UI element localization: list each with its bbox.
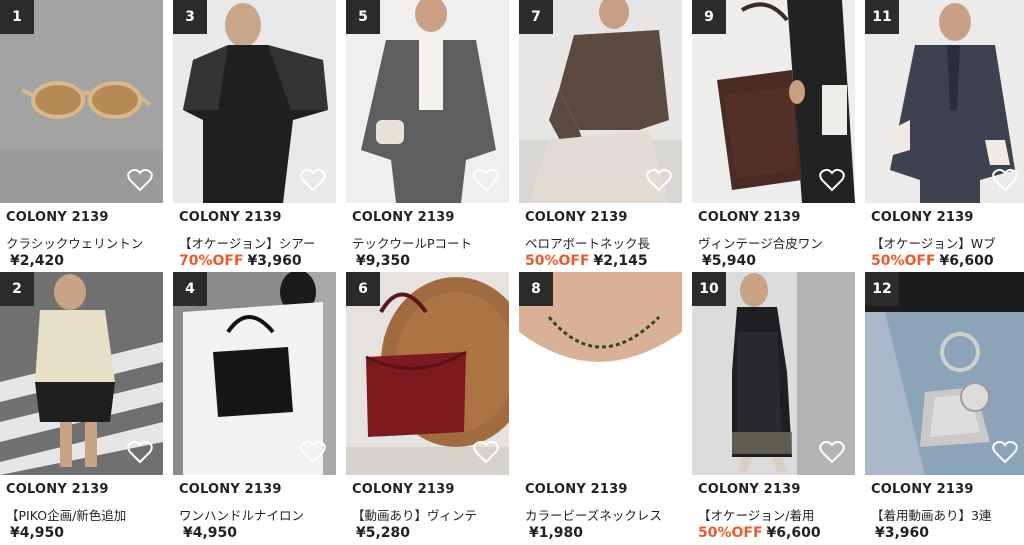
product-brand: COLONY 2139 [871,210,974,225]
price-row: ¥5,280 [352,525,410,541]
rank-badge: 11 [865,0,899,34]
product-name[interactable]: 【着用動画あり】3連 [871,505,1024,524]
product-brand: COLONY 2139 [525,210,628,225]
product-name[interactable]: カラービーズネックレス [525,505,680,524]
product-name[interactable]: ワンハンドルナイロン [179,505,334,524]
product-name[interactable]: 【オケージョン/着用 [698,505,853,524]
product-price: ¥5,280 [356,525,411,541]
product-brand: COLONY 2139 [698,482,801,497]
heart-outline-icon[interactable] [646,168,672,192]
discount-label: 50%OFF [871,253,936,269]
product-price: ¥5,940 [702,253,757,269]
discount-label: 50%OFF [698,525,763,541]
price-row: ¥1,980 [525,525,583,541]
product-card[interactable]: 7 COLONY 2139 ベロアボートネック長 50%OFF ¥2,145 [519,0,682,272]
heart-outline-icon[interactable] [127,440,153,464]
product-name[interactable]: ベロアボートネック長 [525,233,680,252]
price-row: 50%OFF ¥6,600 [871,253,994,269]
heart-outline-icon[interactable] [819,168,845,192]
price-row: 50%OFF ¥2,145 [525,253,648,269]
product-brand: COLONY 2139 [6,210,109,225]
product-name[interactable]: 【PIKO企画/新色追加 [6,505,161,524]
heart-outline-icon[interactable] [300,440,326,464]
price-row: ¥5,940 [698,253,756,269]
product-price: ¥4,950 [183,525,238,541]
product-brand: COLONY 2139 [525,482,628,497]
product-price: ¥3,960 [875,525,930,541]
product-card[interactable]: 2 COLONY 2139 【PIKO企画/新色追加 ¥4,950 [0,272,163,544]
heart-outline-icon[interactable] [473,168,499,192]
product-name[interactable]: クラシックウェリントン [6,233,161,252]
rank-badge: 10 [692,272,726,306]
product-price: ¥4,950 [10,525,65,541]
product-card[interactable]: 12 COLONY 2139 【着用動画あり】3連 ¥3,960 [865,272,1024,544]
discount-label: 70%OFF [179,253,244,269]
rank-badge: 8 [519,272,553,306]
product-price: ¥3,960 [247,253,302,269]
product-brand: COLONY 2139 [179,482,282,497]
product-brand: COLONY 2139 [871,482,974,497]
product-price: ¥2,420 [10,253,65,269]
price-row: ¥9,350 [352,253,410,269]
rank-badge: 3 [173,0,207,34]
rank-badge: 1 [0,0,34,34]
heart-outline-icon[interactable] [646,440,672,464]
price-row: ¥3,960 [871,525,929,541]
product-price: ¥6,600 [939,253,994,269]
product-ranking-grid: 1 COLONY 2139 クラシックウェリントン ¥2,420 3 COLON… [0,0,1024,545]
rank-badge: 4 [173,272,207,306]
product-name[interactable]: 【オケージョン】Wブ [871,233,1024,252]
rank-badge: 9 [692,0,726,34]
rank-badge: 6 [346,272,380,306]
rank-badge: 5 [346,0,380,34]
product-brand: COLONY 2139 [179,210,282,225]
price-row: ¥2,420 [6,253,64,269]
rank-badge: 2 [0,272,34,306]
product-name[interactable]: ヴィンテージ合皮ワン [698,233,853,252]
product-card[interactable]: 1 COLONY 2139 クラシックウェリントン ¥2,420 [0,0,163,272]
product-card[interactable]: 9 COLONY 2139 ヴィンテージ合皮ワン ¥5,940 [692,0,855,272]
price-row: 70%OFF ¥3,960 [179,253,302,269]
heart-outline-icon[interactable] [473,440,499,464]
heart-outline-icon[interactable] [992,440,1018,464]
product-brand: COLONY 2139 [6,482,109,497]
price-row: ¥4,950 [179,525,237,541]
discount-label: 50%OFF [525,253,590,269]
heart-outline-icon[interactable] [127,168,153,192]
product-card[interactable]: 6 COLONY 2139 【動画あり】ヴィンテ ¥5,280 [346,272,509,544]
product-card[interactable]: 8 COLONY 2139 カラービーズネックレス ¥1,980 [519,272,682,544]
product-card[interactable]: 5 COLONY 2139 テックウールPコート ¥9,350 [346,0,509,272]
product-price: ¥9,350 [356,253,411,269]
product-card[interactable]: 10 COLONY 2139 【オケージョン/着用 50%OFF ¥6,600 [692,272,855,544]
product-brand: COLONY 2139 [352,210,455,225]
heart-outline-icon[interactable] [819,440,845,464]
product-price: ¥6,600 [766,525,821,541]
product-card[interactable]: 11 COLONY 2139 【オケージョン】Wブ 50%OFF ¥6,600 [865,0,1024,272]
price-row: ¥4,950 [6,525,64,541]
heart-outline-icon[interactable] [992,168,1018,192]
product-price: ¥1,980 [529,525,584,541]
heart-outline-icon[interactable] [300,168,326,192]
product-brand: COLONY 2139 [698,210,801,225]
price-row: 50%OFF ¥6,600 [698,525,821,541]
rank-badge: 12 [865,272,899,306]
product-brand: COLONY 2139 [352,482,455,497]
product-card[interactable]: 4 COLONY 2139 ワンハンドルナイロン ¥4,950 [173,272,336,544]
product-name[interactable]: 【動画あり】ヴィンテ [352,505,507,524]
product-name[interactable]: テックウールPコート [352,233,507,252]
product-name[interactable]: 【オケージョン】シアー [179,233,334,252]
rank-badge: 7 [519,0,553,34]
product-card[interactable]: 3 COLONY 2139 【オケージョン】シアー 70%OFF ¥3,960 [173,0,336,272]
product-price: ¥2,145 [593,253,648,269]
